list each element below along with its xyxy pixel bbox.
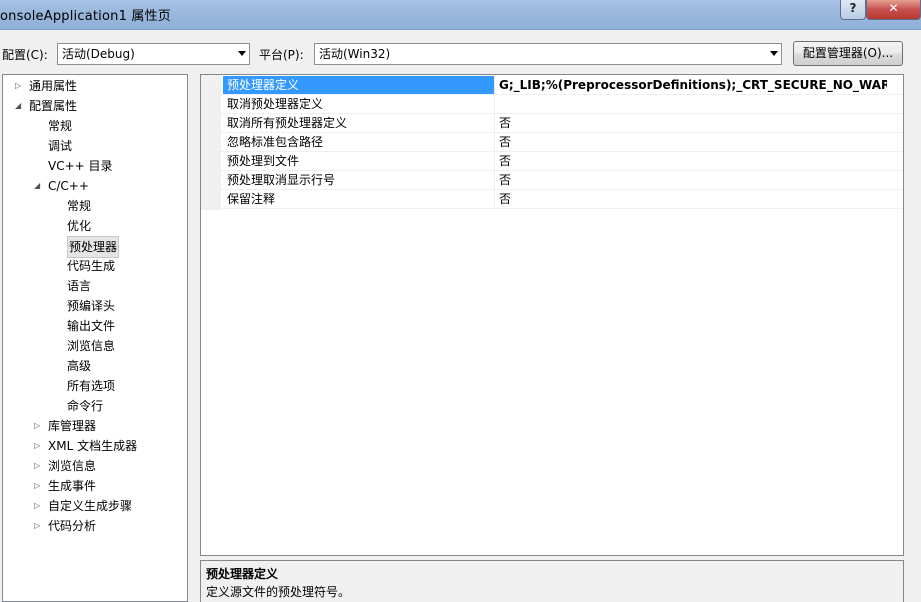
right-strip bbox=[906, 74, 921, 602]
description-pane: 预处理器定义 定义源文件的预处理符号。 bbox=[200, 560, 904, 602]
property-name: 保留注释 bbox=[223, 190, 495, 208]
description-text: 定义源文件的预处理符号。 bbox=[206, 585, 351, 599]
tree-item[interactable]: 浏览信息 bbox=[3, 336, 187, 356]
tree-item-label: 代码分析 bbox=[48, 519, 97, 533]
tree-item-label: VC++ 目录 bbox=[48, 159, 113, 173]
tree-item-label: 命令行 bbox=[67, 399, 104, 413]
tree-item[interactable]: 语言 bbox=[3, 276, 187, 296]
property-row[interactable]: 预处理取消显示行号否 bbox=[221, 171, 903, 190]
tree-item-label: 所有选项 bbox=[67, 379, 116, 393]
title-bar: onsoleApplication1 属性页 ? ✕ bbox=[0, 0, 921, 30]
tree-item[interactable]: 常规 bbox=[3, 196, 187, 216]
property-row[interactable]: 预处理器定义 G;_LIB;%(PreprocessorDefinitions);… bbox=[221, 76, 903, 95]
property-value[interactable]: 否 bbox=[497, 152, 897, 170]
config-combo-value: 活动(Debug) bbox=[62, 47, 135, 61]
triangle-right-icon[interactable]: ▷ bbox=[34, 516, 42, 536]
chevron-down-icon bbox=[770, 51, 778, 56]
tree-item-label: 常规 bbox=[48, 119, 73, 133]
tree-item[interactable]: ▷ 库管理器 bbox=[3, 416, 187, 436]
tree-item-label: 库管理器 bbox=[48, 419, 97, 433]
property-name: 取消所有预处理器定义 bbox=[223, 114, 495, 132]
tree-item-label: 调试 bbox=[48, 139, 73, 153]
tree-item-label: C/C++ bbox=[48, 179, 89, 193]
property-value[interactable]: 否 bbox=[497, 133, 897, 151]
tree-item[interactable]: 优化 bbox=[3, 216, 187, 236]
triangle-right-icon[interactable]: ▷ bbox=[34, 496, 42, 516]
tree-item-label: 输出文件 bbox=[67, 319, 116, 333]
tree-item-label: 优化 bbox=[67, 219, 92, 233]
triangle-down-icon[interactable]: ◢ bbox=[34, 176, 42, 196]
config-label: 配置(C): bbox=[2, 48, 48, 62]
tree-item-label: XML 文档生成器 bbox=[48, 439, 138, 453]
triangle-right-icon[interactable]: ▷ bbox=[34, 476, 42, 496]
tree-item[interactable]: ▷ 浏览信息 bbox=[3, 456, 187, 476]
tree-item[interactable]: 常规 bbox=[3, 116, 187, 136]
tree-item[interactable]: 调试 bbox=[3, 136, 187, 156]
tree-item[interactable]: 预处理器 bbox=[3, 236, 187, 258]
tree-item-label: 自定义生成步骤 bbox=[48, 499, 133, 513]
help-button[interactable]: ? bbox=[840, 0, 866, 20]
property-name: 忽略标准包含路径 bbox=[223, 133, 495, 151]
triangle-right-icon[interactable]: ▷ bbox=[34, 436, 42, 456]
property-name: 预处理到文件 bbox=[223, 152, 495, 170]
grid-gutter bbox=[201, 75, 221, 210]
tree-item-label: 语言 bbox=[67, 279, 92, 293]
tree-item-label: 高级 bbox=[67, 359, 92, 373]
tree-item-label: 通用属性 bbox=[29, 79, 78, 93]
tree-item[interactable]: 所有选项 bbox=[3, 376, 187, 396]
help-icon: ? bbox=[849, 1, 857, 15]
property-name: 取消预处理器定义 bbox=[223, 95, 495, 113]
property-value[interactable]: G;_LIB;%(PreprocessorDefinitions);_CRT_S… bbox=[497, 76, 887, 94]
description-title: 预处理器定义 bbox=[206, 567, 279, 581]
tree-item[interactable]: ▷ XML 文档生成器 bbox=[3, 436, 187, 456]
property-row[interactable]: 保留注释否 bbox=[221, 190, 903, 209]
config-manager-button[interactable]: 配置管理器(O)... bbox=[793, 41, 903, 66]
triangle-right-icon[interactable]: ▷ bbox=[34, 416, 42, 436]
platform-combo-value: 活动(Win32) bbox=[319, 47, 391, 61]
tree-item[interactable]: 命令行 bbox=[3, 396, 187, 416]
tree-item[interactable]: 输出文件 bbox=[3, 316, 187, 336]
tree-item-label: 浏览信息 bbox=[48, 459, 97, 473]
tree-item[interactable]: ▷ 代码分析 bbox=[3, 516, 187, 536]
tree-item[interactable]: ◢ C/C++ bbox=[3, 176, 187, 196]
property-value[interactable]: 否 bbox=[497, 171, 897, 189]
property-grid[interactable]: 预处理器定义 G;_LIB;%(PreprocessorDefinitions);… bbox=[200, 74, 904, 556]
tree-item[interactable]: ▷ 通用属性 bbox=[3, 76, 187, 96]
property-row[interactable]: 忽略标准包含路径否 bbox=[221, 133, 903, 152]
tree-item-label: 预编译头 bbox=[67, 299, 116, 313]
property-name: 预处理器定义 bbox=[223, 76, 495, 94]
triangle-down-icon[interactable]: ◢ bbox=[15, 96, 23, 116]
property-row[interactable]: 取消所有预处理器定义否 bbox=[221, 114, 903, 133]
close-button[interactable]: ✕ bbox=[866, 0, 921, 20]
tree-item[interactable]: ▷ 生成事件 bbox=[3, 476, 187, 496]
tree-item-label: 预处理器 bbox=[67, 236, 120, 258]
tree-item[interactable]: 代码生成 bbox=[3, 256, 187, 276]
platform-combo[interactable]: 活动(Win32) bbox=[314, 43, 782, 65]
tree-item-label: 代码生成 bbox=[67, 259, 116, 273]
tree-item-label: 浏览信息 bbox=[67, 339, 116, 353]
platform-label: 平台(P): bbox=[259, 48, 304, 62]
triangle-right-icon[interactable]: ▷ bbox=[15, 76, 23, 96]
tree-item-label: 生成事件 bbox=[48, 479, 97, 493]
tree-item[interactable]: 高级 bbox=[3, 356, 187, 376]
close-icon: ✕ bbox=[888, 1, 899, 15]
chevron-down-icon bbox=[238, 51, 246, 56]
tree-item[interactable]: ▷ 自定义生成步骤 bbox=[3, 496, 187, 516]
property-value[interactable]: 否 bbox=[497, 114, 897, 132]
tree-item-label: 常规 bbox=[67, 199, 92, 213]
tree-item[interactable]: 预编译头 bbox=[3, 296, 187, 316]
category-tree[interactable]: ▷ 通用属性 ◢ 配置属性 常规 调试 VC++ 目录 ◢ C/C++ 常规 优化 预处理器 代码生成语… bbox=[2, 74, 188, 602]
config-combo[interactable]: 活动(Debug) bbox=[57, 43, 250, 65]
property-value[interactable]: 否 bbox=[497, 190, 897, 208]
property-row[interactable]: 取消预处理器定义 bbox=[221, 95, 903, 114]
window-title: onsoleApplication1 属性页 bbox=[0, 9, 171, 24]
tree-item[interactable]: ◢ 配置属性 bbox=[3, 96, 187, 116]
triangle-right-icon[interactable]: ▷ bbox=[34, 456, 42, 476]
property-value[interactable] bbox=[497, 95, 897, 113]
tree-item[interactable]: VC++ 目录 bbox=[3, 156, 187, 176]
property-row[interactable]: 预处理到文件否 bbox=[221, 152, 903, 171]
property-name: 预处理取消显示行号 bbox=[223, 171, 495, 189]
tree-item-label: 配置属性 bbox=[29, 99, 78, 113]
